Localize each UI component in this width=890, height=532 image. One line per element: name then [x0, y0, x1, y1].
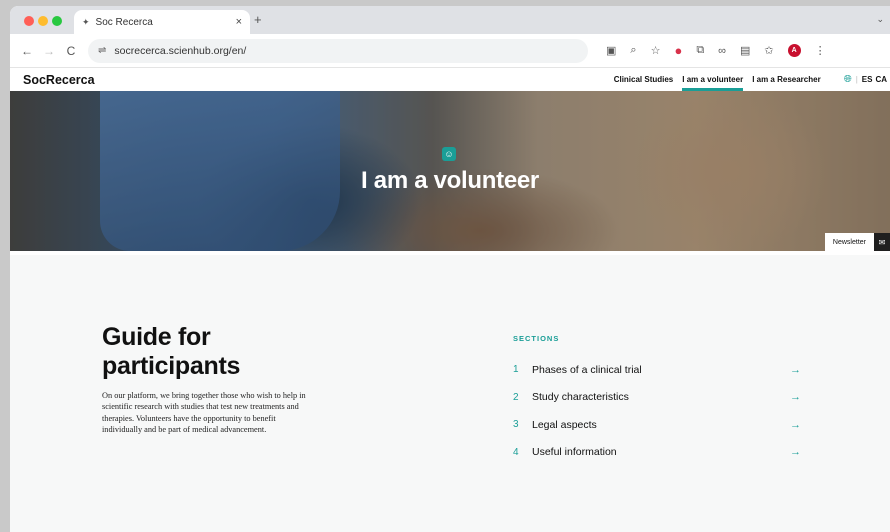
site-logo[interactable]: SocRecerca	[23, 73, 95, 87]
address-bar[interactable]: ⇌ socrecerca.scienhub.org/en/	[88, 38, 588, 63]
section-item-characteristics[interactable]: 2 Study characteristics →	[513, 384, 801, 412]
browser-toolbar: ← → C ⇌ socrecerca.scienhub.org/en/ ▣ ⌕ …	[10, 34, 890, 68]
menu-icon[interactable]: ⋮	[815, 44, 826, 57]
extension-red-icon[interactable]: ●	[674, 43, 682, 58]
section-label: Phases of a clinical trial	[532, 363, 642, 376]
arrow-right-icon: →	[790, 391, 801, 404]
extension-icon[interactable]: ∞	[718, 45, 726, 57]
back-button[interactable]: ←	[16, 44, 38, 58]
tab-close-icon[interactable]: ×	[236, 16, 242, 28]
extensions-star-icon[interactable]: ✩	[764, 44, 773, 57]
translate-icon[interactable]: ▣	[606, 44, 616, 57]
mail-icon[interactable]: ✉	[874, 233, 890, 251]
reload-button[interactable]: C	[60, 44, 82, 58]
section-list: 1 Phases of a clinical trial → 2 Study c…	[513, 356, 801, 466]
globe-icon: 🌐︎	[843, 74, 852, 85]
nav-i-am-a-volunteer[interactable]: I am a volunteer	[682, 68, 743, 91]
site-settings-icon[interactable]: ⇌	[98, 45, 106, 56]
volunteer-icon: ☺	[442, 147, 456, 161]
main-content: Guide for participants On our platform, …	[10, 255, 890, 532]
language-es[interactable]: ES	[862, 75, 873, 84]
section-item-phases[interactable]: 1 Phases of a clinical trial →	[513, 356, 801, 384]
site-nav: Clinical Studies I am a volunteer I am a…	[614, 68, 890, 91]
arrow-right-icon: →	[790, 446, 801, 459]
section-label: Legal aspects	[532, 418, 597, 431]
language-ca[interactable]: CA	[875, 75, 887, 84]
maximize-window-button[interactable]	[52, 16, 62, 26]
minimize-window-button[interactable]	[38, 16, 48, 26]
extension-puzzle-icon[interactable]: ⧉	[696, 44, 704, 57]
language-separator: |	[855, 75, 858, 84]
section-item-legal[interactable]: 3 Legal aspects →	[513, 411, 801, 439]
arrow-right-icon: →	[790, 363, 801, 376]
guide-description: On our platform, we bring together those…	[102, 391, 306, 435]
zoom-icon[interactable]: ⌕	[630, 44, 636, 57]
hero-banner: ☺ I am a volunteer Newsletter ✉	[10, 91, 890, 251]
section-label: Study characteristics	[532, 391, 629, 404]
site-header: SocRecerca Clinical Studies I am a volun…	[10, 68, 890, 91]
new-tab-button[interactable]: +	[254, 12, 262, 27]
guide-title: Guide for participants	[102, 323, 241, 380]
extension-icons: ▣ ⌕ ☆ ● ⧉ ∞ ▤ ✩ A ⋮	[606, 43, 826, 58]
hero-title: I am a volunteer	[361, 167, 539, 194]
sections-label: SECTIONS	[513, 334, 560, 343]
tab-title: Soc Recerca	[95, 16, 153, 28]
url-text: socrecerca.scienhub.org/en/	[114, 44, 247, 57]
bookmark-star-icon[interactable]: ☆	[651, 44, 661, 57]
tab-search-chevron-icon[interactable]: ⌄	[876, 14, 884, 25]
profile-avatar[interactable]: A	[787, 44, 801, 57]
arrow-right-icon: →	[790, 418, 801, 431]
section-number: 4	[513, 446, 519, 458]
section-label: Useful information	[532, 446, 617, 459]
section-item-useful-info[interactable]: 4 Useful information →	[513, 439, 801, 467]
browser-window: ✦ Soc Recerca × + ⌄ ← → C ⇌ socrecerca.s…	[10, 6, 890, 532]
nav-i-am-a-researcher[interactable]: I am a Researcher	[752, 68, 821, 91]
reading-list-icon[interactable]: ▤	[740, 44, 750, 57]
tab-bar: ✦ Soc Recerca × + ⌄	[10, 6, 890, 34]
forward-button[interactable]: →	[38, 44, 60, 58]
browser-tab[interactable]: ✦ Soc Recerca ×	[74, 10, 250, 34]
newsletter-button[interactable]: Newsletter	[824, 233, 874, 251]
section-number: 2	[513, 391, 519, 403]
nav-clinical-studies[interactable]: Clinical Studies	[614, 68, 674, 91]
section-number: 1	[513, 364, 519, 376]
section-number: 3	[513, 419, 519, 431]
close-window-button[interactable]	[24, 16, 34, 26]
site-favicon-icon: ✦	[82, 16, 90, 27]
